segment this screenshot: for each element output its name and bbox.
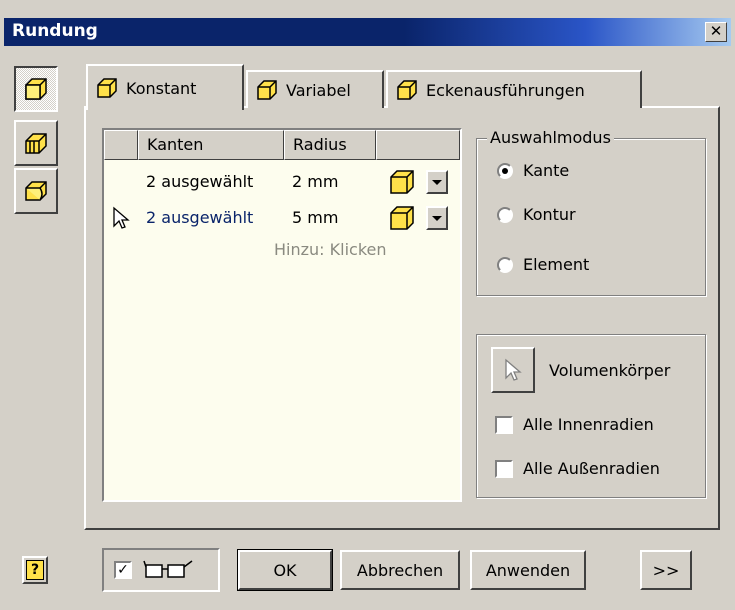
- checkbox-outer-radii[interactable]: Alle Außenradien: [495, 459, 660, 478]
- cube-icon[interactable]: [388, 204, 416, 232]
- window-title: Rundung: [12, 21, 98, 41]
- cancel-button[interactable]: Abbrechen: [340, 550, 460, 590]
- preview-checkbox[interactable]: ✓: [114, 561, 132, 579]
- radio-label: Element: [523, 255, 590, 274]
- radius-cell[interactable]: 2 mm: [292, 172, 338, 191]
- edges-cell: 2 ausgewählt: [146, 208, 254, 227]
- edges-cell: 2 ausgewählt: [146, 172, 254, 191]
- body-options-group: Volumenkörper Alle Innenradien Alle Auße…: [476, 334, 706, 498]
- radio-label: Kontur: [523, 205, 576, 224]
- select-solid-button[interactable]: [491, 347, 535, 393]
- fillet-constant-icon: [25, 78, 47, 100]
- tab-variabel[interactable]: Variabel: [246, 70, 384, 108]
- radio-kante[interactable]: Kante: [497, 161, 569, 180]
- full-round-fillet-icon: [25, 181, 47, 201]
- face-fillet-icon: [25, 133, 47, 154]
- radio-button[interactable]: [497, 256, 513, 273]
- radio-label: Kante: [523, 161, 570, 180]
- solid-body-label: Volumenkörper: [549, 361, 671, 380]
- tab-label: Eckenausführungen: [426, 80, 585, 100]
- preview-toggle[interactable]: ✓: [102, 548, 220, 592]
- column-header-blank: [376, 130, 460, 160]
- checkbox[interactable]: [495, 415, 513, 434]
- face-fillet-mode-button[interactable]: [14, 120, 58, 166]
- tab-eckenausfuehrungen[interactable]: Eckenausführungen: [386, 70, 642, 108]
- cursor-arrow-icon: [505, 358, 522, 381]
- cursor-arrow-icon: [113, 206, 130, 229]
- apply-button[interactable]: Anwenden: [470, 550, 586, 590]
- checkbox-label: Alle Außenradien: [523, 459, 660, 478]
- checkbox-inner-radii[interactable]: Alle Innenradien: [495, 415, 654, 434]
- glasses-icon: [143, 560, 193, 578]
- selection-mode-group: Auswahlmodus Kante Kontur Element: [476, 128, 706, 296]
- row-selector-header: [104, 130, 138, 160]
- table-row[interactable]: 2 ausgewählt 2 mm: [104, 164, 460, 198]
- selection-mode-legend: Auswahlmodus: [487, 128, 614, 147]
- help-button[interactable]: ?: [22, 556, 48, 584]
- chevron-down-icon[interactable]: [426, 206, 448, 230]
- cube-icon: [97, 78, 117, 98]
- checkbox[interactable]: [495, 459, 513, 478]
- tab-label: Konstant: [126, 78, 197, 98]
- full-round-fillet-mode-button[interactable]: [14, 168, 58, 214]
- radio-button[interactable]: [497, 206, 513, 223]
- cube-icon: [257, 80, 277, 100]
- ok-button[interactable]: OK: [237, 549, 333, 591]
- chevron-down-icon[interactable]: [426, 170, 448, 194]
- cube-icon[interactable]: [388, 168, 416, 196]
- constant-fillet-mode-button[interactable]: [14, 66, 58, 112]
- column-header-radius[interactable]: Radius: [284, 130, 376, 160]
- close-button[interactable]: ✕: [705, 22, 727, 42]
- more-options-button[interactable]: >>: [640, 550, 692, 590]
- edge-radius-table[interactable]: Kanten Radius 2 ausgewählt 2 mm 2 ausgew…: [102, 128, 462, 502]
- radio-kontur[interactable]: Kontur: [497, 205, 576, 224]
- radius-cell[interactable]: 5 mm: [292, 208, 338, 227]
- table-header: Kanten Radius: [104, 130, 460, 160]
- fillet-dialog: Rundung ✕ Konstant Variabel Eckenausführ…: [0, 0, 735, 610]
- add-hint[interactable]: Hinzu: Klicken: [274, 240, 387, 259]
- radio-element[interactable]: Element: [497, 255, 589, 274]
- title-bar[interactable]: Rundung ✕: [4, 18, 731, 46]
- cube-icon: [397, 80, 417, 100]
- table-row[interactable]: 2 ausgewählt 5 mm: [104, 200, 460, 234]
- help-icon: ?: [26, 560, 44, 580]
- tab-konstant[interactable]: Konstant: [86, 64, 244, 110]
- column-header-kanten[interactable]: Kanten: [138, 130, 284, 160]
- checkbox-label: Alle Innenradien: [523, 415, 654, 434]
- radio-button[interactable]: [497, 162, 513, 179]
- tab-label: Variabel: [286, 80, 351, 100]
